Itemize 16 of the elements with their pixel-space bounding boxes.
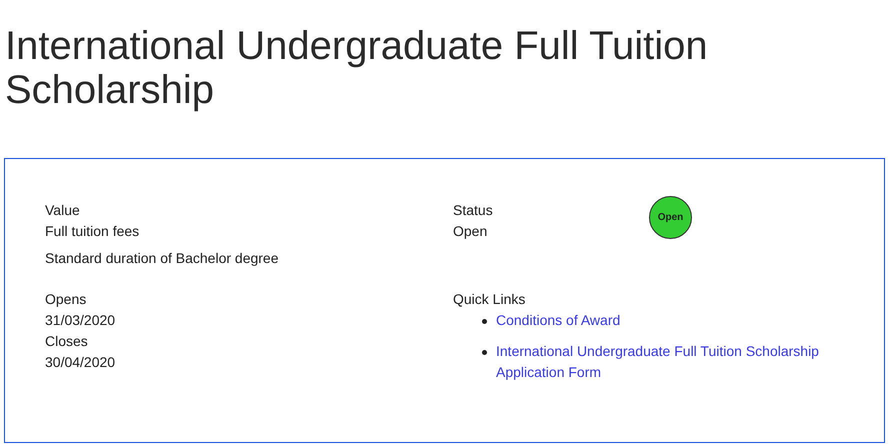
link[interactable]: International Undergraduate Full Tuition Scholarship Application Form	[496, 341, 846, 383]
field-label: Opens	[45, 290, 88, 309]
field-value: Full tuition fees	[45, 222, 140, 241]
section-label: Quick Links	[453, 290, 526, 309]
field-value: Standard duration of Bachelor degree	[45, 249, 280, 268]
field-value: 31/03/2020	[45, 311, 116, 330]
link[interactable]: Conditions of Award	[496, 310, 846, 331]
field-label: Status	[453, 201, 494, 220]
field-value: Open	[453, 222, 488, 241]
field-label: Closes	[45, 332, 89, 351]
bullet-icon	[482, 350, 487, 355]
field-value: 30/04/2020	[45, 353, 116, 372]
field-label: Value	[45, 201, 81, 220]
status-badge: Open	[649, 196, 692, 239]
bullet-icon	[482, 319, 487, 324]
page-title: International Undergraduate Full Tuition Scholarship	[4, 23, 709, 112]
